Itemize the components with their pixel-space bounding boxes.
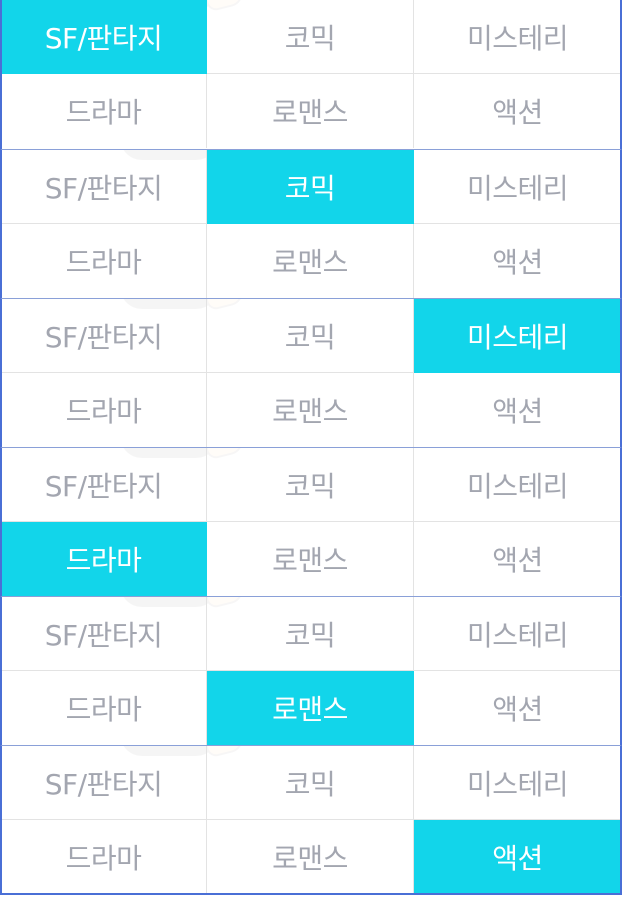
genre-tab-mystery[interactable]: 미스테리 (414, 299, 620, 373)
genre-tab-mystery[interactable]: 미스테리 (414, 150, 620, 224)
genre-tab-comic[interactable]: 코믹 (207, 299, 414, 373)
genre-menu-panel: SF/판타지 코믹 미스테리 드라마 로맨스 액션 (0, 597, 622, 746)
genre-menu-panel: SF/판타지 코믹 미스테리 드라마 로맨스 액션 (0, 299, 622, 448)
genre-menu-states: SF/판타지 코믹 미스테리 드라마 로맨스 액션 SF/판타지 코믹 미스테리… (0, 0, 622, 895)
genre-tab-romance[interactable]: 로맨스 (207, 224, 414, 298)
genre-tab-sf-fantasy[interactable]: SF/판타지 (2, 597, 207, 671)
genre-tab-comic[interactable]: 코믹 (207, 0, 414, 74)
genre-tab-action[interactable]: 액션 (414, 671, 620, 745)
genre-menu-panel: SF/판타지 코믹 미스테리 드라마 로맨스 액션 (0, 746, 622, 895)
genre-tab-drama[interactable]: 드라마 (2, 671, 207, 745)
genre-tab-romance[interactable]: 로맨스 (207, 820, 414, 893)
genre-menu-panel: SF/판타지 코믹 미스테리 드라마 로맨스 액션 (0, 150, 622, 299)
genre-tab-mystery[interactable]: 미스테리 (414, 746, 620, 820)
genre-tab-drama[interactable]: 드라마 (2, 522, 207, 596)
genre-tab-action[interactable]: 액션 (414, 373, 620, 447)
genre-menu-panel: SF/판타지 코믹 미스테리 드라마 로맨스 액션 (0, 448, 622, 597)
genre-tab-sf-fantasy[interactable]: SF/판타지 (2, 448, 207, 522)
genre-tab-action[interactable]: 액션 (414, 74, 620, 148)
genre-tab-action[interactable]: 액션 (414, 522, 620, 596)
genre-menu-panel: SF/판타지 코믹 미스테리 드라마 로맨스 액션 (0, 0, 622, 150)
genre-grid: SF/판타지 코믹 미스테리 드라마 로맨스 액션 (2, 597, 620, 745)
genre-tab-sf-fantasy[interactable]: SF/판타지 (2, 0, 207, 74)
genre-tab-comic[interactable]: 코믹 (207, 150, 414, 224)
genre-grid: SF/판타지 코믹 미스테리 드라마 로맨스 액션 (2, 150, 620, 298)
genre-tab-drama[interactable]: 드라마 (2, 224, 207, 298)
genre-tab-action[interactable]: 액션 (414, 820, 620, 893)
genre-tab-romance[interactable]: 로맨스 (207, 671, 414, 745)
genre-tab-mystery[interactable]: 미스테리 (414, 0, 620, 74)
genre-tab-drama[interactable]: 드라마 (2, 74, 207, 148)
genre-tab-mystery[interactable]: 미스테리 (414, 448, 620, 522)
genre-tab-drama[interactable]: 드라마 (2, 373, 207, 447)
genre-grid: SF/판타지 코믹 미스테리 드라마 로맨스 액션 (2, 746, 620, 893)
genre-tab-comic[interactable]: 코믹 (207, 597, 414, 671)
genre-tab-drama[interactable]: 드라마 (2, 820, 207, 893)
genre-tab-action[interactable]: 액션 (414, 224, 620, 298)
genre-grid: SF/판타지 코믹 미스테리 드라마 로맨스 액션 (2, 299, 620, 447)
genre-tab-comic[interactable]: 코믹 (207, 448, 414, 522)
genre-tab-mystery[interactable]: 미스테리 (414, 597, 620, 671)
genre-grid: SF/판타지 코믹 미스테리 드라마 로맨스 액션 (2, 0, 620, 148)
genre-tab-romance[interactable]: 로맨스 (207, 522, 414, 596)
genre-tab-romance[interactable]: 로맨스 (207, 74, 414, 148)
genre-tab-comic[interactable]: 코믹 (207, 746, 414, 820)
genre-tab-romance[interactable]: 로맨스 (207, 373, 414, 447)
genre-tab-sf-fantasy[interactable]: SF/판타지 (2, 746, 207, 820)
genre-tab-sf-fantasy[interactable]: SF/판타지 (2, 150, 207, 224)
genre-grid: SF/판타지 코믹 미스테리 드라마 로맨스 액션 (2, 448, 620, 596)
genre-tab-sf-fantasy[interactable]: SF/판타지 (2, 299, 207, 373)
